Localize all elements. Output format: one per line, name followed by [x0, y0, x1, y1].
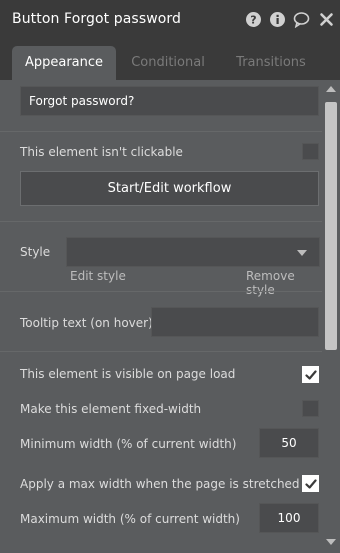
section-divider — [0, 351, 322, 352]
property-editor-panel: Button Forgot password ? Appearance Cond… — [0, 0, 340, 553]
tab-appearance[interactable]: Appearance — [12, 46, 116, 80]
section-divider — [0, 221, 322, 222]
edit-style-link[interactable]: Edit style — [70, 269, 126, 283]
tooltip-label: Tooltip text (on hover) — [20, 316, 153, 330]
panel-title: Button Forgot password — [12, 11, 182, 27]
not-clickable-label: This element isn't clickable — [20, 145, 183, 159]
fixed-width-checkbox[interactable] — [302, 400, 319, 417]
scrollbar[interactable] — [322, 80, 340, 553]
visible-on-load-label: This element is visible on page load — [20, 367, 236, 381]
chevron-down-icon — [297, 250, 307, 256]
section-divider — [0, 291, 322, 292]
visible-on-load-checkbox[interactable] — [302, 366, 319, 383]
apply-max-width-label: Apply a max width when the page is stret… — [20, 477, 300, 491]
not-clickable-checkbox[interactable] — [302, 143, 319, 160]
help-icon[interactable]: ? — [245, 11, 262, 28]
section-divider — [0, 131, 322, 132]
tab-conditional[interactable]: Conditional — [120, 46, 216, 80]
checkmark-icon — [305, 370, 317, 380]
min-width-label: Minimum width (% of current width) — [20, 437, 237, 451]
svg-text:?: ? — [250, 14, 256, 27]
scroll-down-arrow-icon[interactable] — [326, 539, 336, 545]
scroll-up-arrow-icon[interactable] — [326, 86, 336, 92]
min-width-input[interactable]: 50 — [259, 428, 319, 458]
tooltip-input[interactable] — [151, 307, 319, 337]
remove-style-link[interactable]: Remove style — [246, 269, 322, 297]
max-width-label: Maximum width (% of current width) — [20, 512, 240, 526]
style-dropdown[interactable] — [66, 237, 320, 267]
comment-icon[interactable] — [293, 11, 310, 28]
start-edit-workflow-button[interactable]: Start/Edit workflow — [20, 171, 319, 206]
checkmark-icon — [305, 479, 317, 489]
appearance-content: Forgot password? This element isn't clic… — [0, 80, 322, 553]
button-text-input[interactable]: Forgot password? — [20, 86, 319, 116]
close-icon[interactable] — [318, 11, 335, 28]
tab-transitions[interactable]: Transitions — [226, 46, 316, 80]
apply-max-width-checkbox[interactable] — [302, 475, 319, 492]
scrollbar-thumb[interactable] — [325, 102, 337, 350]
panel-header: Button Forgot password ? — [0, 0, 340, 40]
tab-bar: Appearance Conditional Transitions — [0, 40, 340, 80]
fixed-width-label: Make this element fixed-width — [20, 402, 202, 416]
info-icon[interactable] — [269, 11, 286, 28]
style-label: Style — [20, 245, 51, 259]
max-width-input[interactable]: 100 — [259, 503, 319, 533]
